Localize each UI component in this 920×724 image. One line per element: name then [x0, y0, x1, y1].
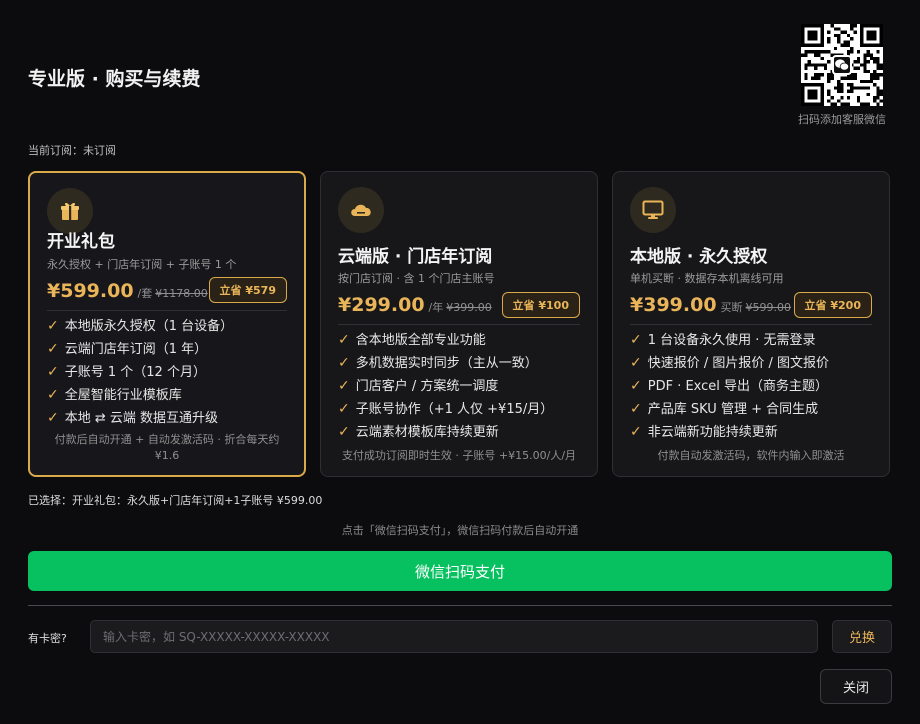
check-icon: ✓: [338, 401, 350, 417]
feature-item: ✓ 产品库 SKU 管理 + 合同生成: [630, 398, 879, 421]
savings-badge: 立省 ¥579: [208, 277, 287, 303]
redeem-label: 有卡密?: [28, 632, 67, 645]
feature-list: ✓ 1 台设备永久使用 · 无需登录 ✓ 快速报价 / 图片报价 / 图文报价 ✓ P…: [630, 329, 879, 444]
plan-price: ¥399.00: [630, 294, 717, 316]
plan-footnote: 支付成功订阅即时生效 · 子账号 +¥15.00/人/月: [341, 449, 577, 462]
plan-original-price: ¥599.00: [745, 301, 792, 314]
plan-price: ¥599.00: [47, 280, 134, 302]
selected-plan-summary: 已选择：开业礼包：永久版+门店年订阅+1子账号 ¥599.00: [28, 494, 323, 507]
feature-item: ✓ 门店客户 / 方案统一调度: [338, 375, 587, 398]
feature-item: ✓ 云端门店年订阅（1 年）: [47, 338, 294, 361]
check-icon: ✓: [338, 378, 350, 394]
plan-original-price: ¥399.00: [446, 301, 492, 314]
feature-item: ✓ 1 台设备永久使用 · 无需登录: [630, 329, 879, 352]
qr-caption: 扫码添加客服微信: [798, 113, 886, 126]
monitor-icon: [630, 187, 676, 233]
check-icon: ✓: [47, 318, 59, 334]
plan-card-local[interactable]: 本地版 · 永久授权 单机买断 · 数据存本机离线可用 ¥399.00 买断 ¥…: [612, 171, 890, 477]
plan-description: 按门店订阅 · 含 1 个门店主账号: [338, 272, 495, 285]
plan-card-starter-bundle[interactable]: 开业礼包 永久授权 + 门店年订阅 + 子账号 1 个 ¥599.00 /套 ¥…: [28, 171, 306, 477]
check-icon: ✓: [630, 332, 642, 348]
plan-card-cloud[interactable]: 云端版 · 门店年订阅 按门店订阅 · 含 1 个门店主账号 ¥299.00 /…: [320, 171, 598, 477]
plan-name: 本地版 · 永久授权: [630, 247, 768, 267]
wechat-pay-button[interactable]: 微信扫码支付: [28, 551, 892, 591]
plan-description: 单机买断 · 数据存本机离线可用: [630, 272, 784, 285]
feature-item: ✓ 子账号 1 个（12 个月）: [47, 361, 294, 384]
check-icon: ✓: [630, 355, 642, 371]
cloud-icon: [338, 187, 384, 233]
page-title: 专业版 · 购买与续费: [28, 68, 201, 90]
redeem-code-input[interactable]: [90, 620, 818, 653]
check-icon: ✓: [630, 378, 642, 394]
feature-item: ✓ 本地版永久授权（1 台设备）: [47, 315, 294, 338]
plan-unit: 买断: [720, 301, 743, 314]
plan-unit: /年: [428, 301, 444, 314]
qr-code: [801, 24, 883, 106]
check-icon: ✓: [47, 364, 59, 380]
divider: [47, 310, 287, 311]
divider: [28, 605, 892, 606]
feature-item: ✓ 快速报价 / 图片报价 / 图文报价: [630, 352, 879, 375]
plan-name: 开业礼包: [47, 232, 115, 252]
plan-name: 云端版 · 门店年订阅: [338, 247, 493, 267]
plan-footnote: 付款后自动开通 + 自动发激活码 · 折合每天约 ¥1.6: [54, 433, 280, 462]
plan-description: 永久授权 + 门店年订阅 + 子账号 1 个: [47, 258, 237, 271]
feature-list: ✓ 含本地版全部专业功能 ✓ 多机数据实时同步（主从一致） ✓ 门店客户 / 方案统一…: [338, 329, 587, 444]
feature-item: ✓ 含本地版全部专业功能: [338, 329, 587, 352]
divider: [338, 324, 580, 325]
current-subscription: 当前订阅：未订阅: [28, 144, 116, 157]
plan-footnote: 付款自动发激活码，软件内输入即激活: [657, 449, 845, 462]
feature-item: ✓ 云端素材模板库持续更新: [338, 421, 587, 444]
savings-badge: 立省 ¥100: [501, 292, 580, 318]
check-icon: ✓: [630, 424, 642, 440]
wechat-icon: [832, 55, 852, 75]
customer-service-qr: 扫码添加客服微信: [792, 24, 892, 127]
check-icon: ✓: [338, 424, 350, 440]
feature-list: ✓ 本地版永久授权（1 台设备） ✓ 云端门店年订阅（1 年） ✓ 子账号 1 个（1…: [47, 315, 294, 430]
savings-badge: 立省 ¥200: [793, 292, 872, 318]
feature-item: ✓ 子账号协作（+1 人仅 +¥15/月）: [338, 398, 587, 421]
plan-original-price: ¥1178.00: [155, 287, 208, 300]
check-icon: ✓: [338, 332, 350, 348]
check-icon: ✓: [630, 401, 642, 417]
check-icon: ✓: [47, 387, 59, 403]
feature-item: ✓ 非云端新功能持续更新: [630, 421, 879, 444]
divider: [630, 324, 872, 325]
feature-item: ✓ PDF · Excel 导出（商务主题）: [630, 375, 879, 398]
plan-price: ¥299.00: [338, 294, 425, 316]
payment-hint: 点击「微信扫码支付」，微信扫码付款后自动开通: [341, 524, 579, 537]
plan-unit: /套: [137, 287, 153, 300]
check-icon: ✓: [47, 410, 59, 426]
check-icon: ✓: [47, 341, 59, 357]
feature-item: ✓ 全屋智能行业模板库: [47, 384, 294, 407]
feature-item: ✓ 多机数据实时同步（主从一致）: [338, 352, 587, 375]
check-icon: ✓: [338, 355, 350, 371]
close-button[interactable]: 关闭: [820, 669, 892, 704]
redeem-button[interactable]: 兑换: [832, 620, 892, 653]
feature-item: ✓ 本地 ⇄ 云端 数据互通升级: [47, 407, 294, 430]
